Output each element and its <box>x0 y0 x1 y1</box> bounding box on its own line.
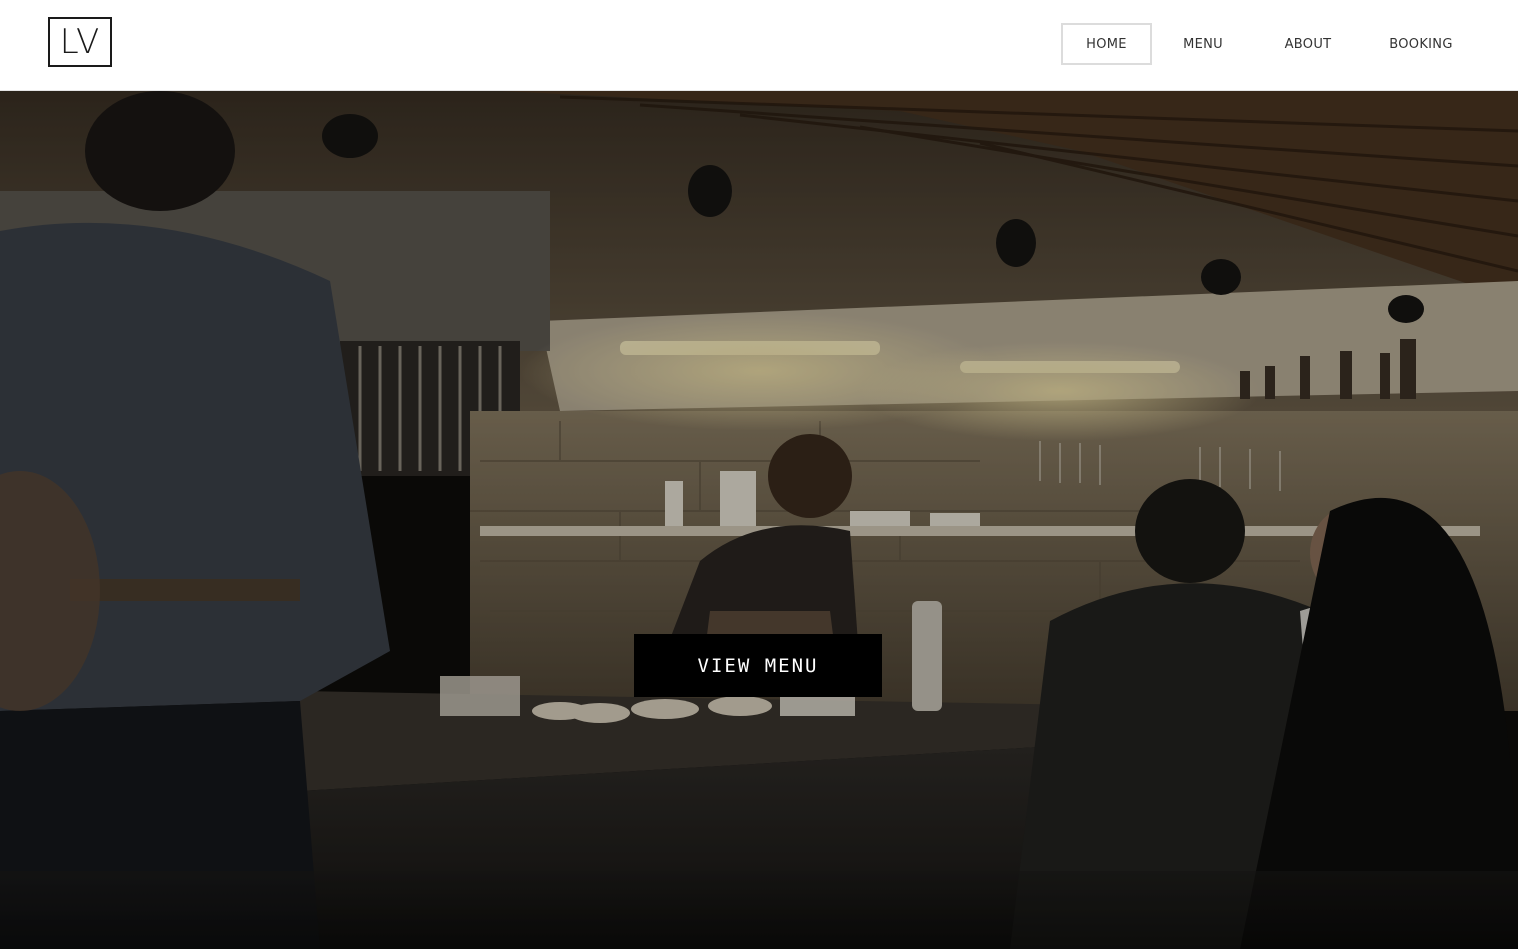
hero-photo <box>0 91 1518 949</box>
view-menu-button[interactable]: VIEW MENU <box>634 634 882 697</box>
hero-section: VIEW MENU <box>0 91 1518 949</box>
site-header: LV HOME MENU ABOUT BOOKING <box>0 0 1518 91</box>
nav-booking[interactable]: BOOKING <box>1378 23 1464 65</box>
nav-menu[interactable]: MENU <box>1166 23 1240 65</box>
logo[interactable]: LV <box>48 17 112 67</box>
nav-about[interactable]: ABOUT <box>1268 23 1348 65</box>
nav-home[interactable]: HOME <box>1061 23 1152 65</box>
